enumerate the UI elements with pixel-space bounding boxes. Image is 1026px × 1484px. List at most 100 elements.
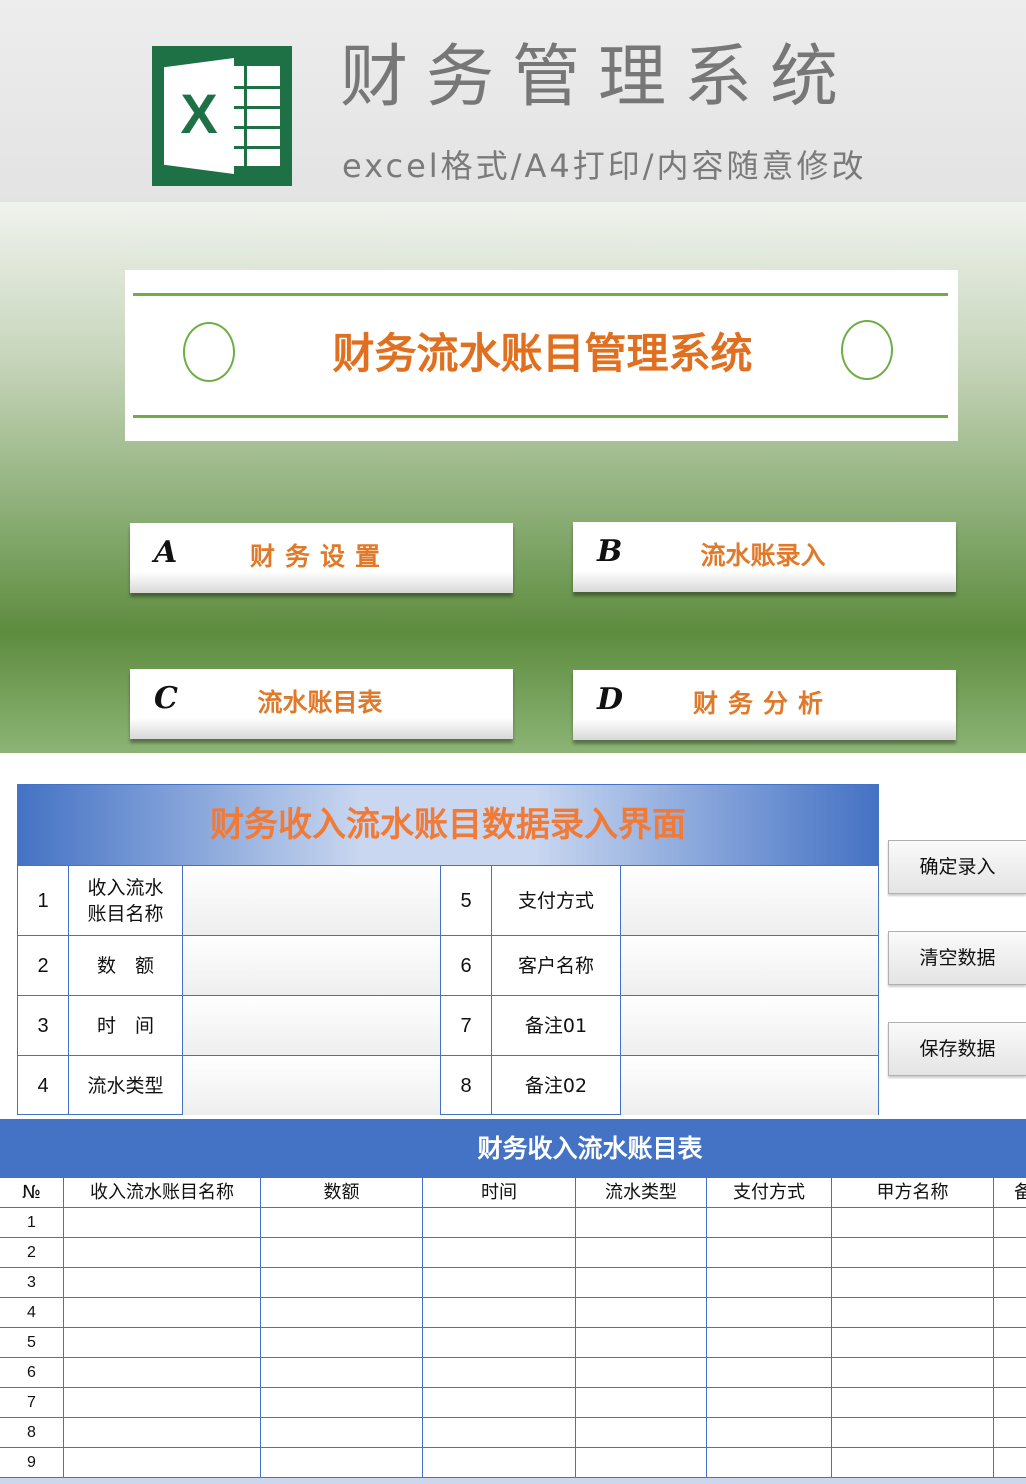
table-cell[interactable] — [423, 1358, 576, 1388]
table-cell[interactable] — [832, 1388, 994, 1418]
table-cell[interactable] — [994, 1448, 1026, 1478]
ledger-name-input[interactable] — [183, 865, 441, 935]
row-number: 4 — [0, 1298, 64, 1328]
table-cell[interactable] — [994, 1298, 1026, 1328]
table-cell[interactable] — [707, 1388, 832, 1418]
table-cell[interactable] — [261, 1208, 423, 1238]
table-cell[interactable] — [423, 1448, 576, 1478]
table-cell[interactable] — [64, 1448, 261, 1478]
table-cell[interactable] — [707, 1418, 832, 1448]
table-cell[interactable] — [576, 1418, 707, 1448]
menu-button-finance-settings[interactable]: A 财务设置 — [130, 523, 513, 593]
field-number: 3 — [18, 995, 69, 1055]
table-cell[interactable] — [64, 1298, 261, 1328]
table-cell[interactable] — [707, 1358, 832, 1388]
menu-button-ledger-table[interactable]: C 流水账目表 — [130, 669, 513, 739]
table-cell[interactable] — [832, 1418, 994, 1448]
menu-letter-c: C — [154, 681, 178, 716]
table-cell[interactable] — [261, 1388, 423, 1418]
table-header-row: № 收入流水账目名称 数额 时间 流水类型 支付方式 甲方名称 备 — [0, 1178, 1026, 1208]
table-cell[interactable] — [576, 1358, 707, 1388]
table-cell[interactable] — [832, 1268, 994, 1298]
field-number: 4 — [18, 1055, 69, 1115]
table-cell[interactable] — [423, 1328, 576, 1358]
field-label: 支付方式 — [492, 865, 621, 935]
column-header: № — [0, 1178, 64, 1208]
flow-type-input[interactable] — [183, 1055, 441, 1115]
app-title: 财务管理系统 — [340, 38, 857, 117]
field-number: 8 — [441, 1055, 492, 1115]
app-subtitle: excel格式/A4打印/内容随意修改 — [342, 147, 867, 185]
table-cell[interactable] — [576, 1298, 707, 1328]
table-cell[interactable] — [994, 1358, 1026, 1388]
menu-area: 财务流水账目管理系统 A 财务设置 B 流水账录入 C 流水账目表 D 财务分析 — [0, 202, 1026, 753]
column-header: 甲方名称 — [832, 1178, 994, 1208]
table-cell[interactable] — [64, 1238, 261, 1268]
table-cell[interactable] — [261, 1298, 423, 1328]
table-cell[interactable] — [423, 1388, 576, 1418]
table-cell[interactable] — [261, 1448, 423, 1478]
table-cell[interactable] — [423, 1238, 576, 1268]
field-label: 备注01 — [492, 995, 621, 1055]
table-cell[interactable] — [707, 1328, 832, 1358]
menu-button-finance-analysis[interactable]: D 财务分析 — [573, 670, 956, 740]
table-cell[interactable] — [707, 1268, 832, 1298]
table-cell[interactable] — [64, 1358, 261, 1388]
table-cell[interactable] — [423, 1298, 576, 1328]
table-cell[interactable] — [261, 1238, 423, 1268]
field-label: 客户名称 — [492, 935, 621, 995]
table-cell[interactable] — [994, 1418, 1026, 1448]
remark-02-input[interactable] — [621, 1055, 878, 1115]
table-cell[interactable] — [832, 1448, 994, 1478]
table-cell[interactable] — [994, 1388, 1026, 1418]
table-cell[interactable] — [64, 1268, 261, 1298]
table-cell[interactable] — [423, 1208, 576, 1238]
table-cell[interactable] — [576, 1388, 707, 1418]
table-cell[interactable] — [707, 1208, 832, 1238]
field-number: 6 — [441, 935, 492, 995]
payment-method-input[interactable] — [621, 865, 878, 935]
table-cell[interactable] — [576, 1208, 707, 1238]
save-data-button[interactable]: 保存数据 — [888, 1022, 1026, 1076]
table-cell[interactable] — [576, 1448, 707, 1478]
row-number: 2 — [0, 1238, 64, 1268]
table-row: 9 — [0, 1448, 1026, 1478]
table-cell[interactable] — [423, 1268, 576, 1298]
table-cell[interactable] — [64, 1208, 261, 1238]
row-number: 6 — [0, 1358, 64, 1388]
table-cell[interactable] — [707, 1448, 832, 1478]
table-cell[interactable] — [64, 1388, 261, 1418]
table-cell[interactable] — [994, 1238, 1026, 1268]
table-cell[interactable] — [832, 1358, 994, 1388]
table-cell[interactable] — [576, 1238, 707, 1268]
amount-input[interactable] — [183, 935, 441, 995]
menu-button-ledger-entry[interactable]: B 流水账录入 — [573, 522, 956, 592]
confirm-entry-button[interactable]: 确定录入 — [888, 840, 1026, 894]
table-cell[interactable] — [423, 1418, 576, 1448]
table-cell[interactable] — [707, 1238, 832, 1268]
table-cell[interactable] — [994, 1268, 1026, 1298]
table-cell[interactable] — [261, 1418, 423, 1448]
table-cell[interactable] — [994, 1208, 1026, 1238]
table-cell[interactable] — [832, 1208, 994, 1238]
table-cell[interactable] — [64, 1328, 261, 1358]
column-header: 支付方式 — [707, 1178, 832, 1208]
customer-name-input[interactable] — [621, 935, 878, 995]
table-cell[interactable] — [576, 1328, 707, 1358]
time-input[interactable] — [183, 995, 441, 1055]
table-cell[interactable] — [832, 1238, 994, 1268]
table-cell[interactable] — [994, 1328, 1026, 1358]
row-number: 5 — [0, 1328, 64, 1358]
table-cell[interactable] — [261, 1328, 423, 1358]
table-cell[interactable] — [261, 1268, 423, 1298]
table-cell[interactable] — [832, 1298, 994, 1328]
remark-01-input[interactable] — [621, 995, 878, 1055]
menu-label: 财务设置 — [249, 542, 390, 571]
table-cell[interactable] — [64, 1418, 261, 1448]
clear-data-button[interactable]: 清空数据 — [888, 931, 1026, 985]
table-row: 8 — [0, 1418, 1026, 1448]
table-cell[interactable] — [576, 1268, 707, 1298]
table-cell[interactable] — [707, 1298, 832, 1328]
table-cell[interactable] — [261, 1358, 423, 1388]
table-cell[interactable] — [832, 1328, 994, 1358]
